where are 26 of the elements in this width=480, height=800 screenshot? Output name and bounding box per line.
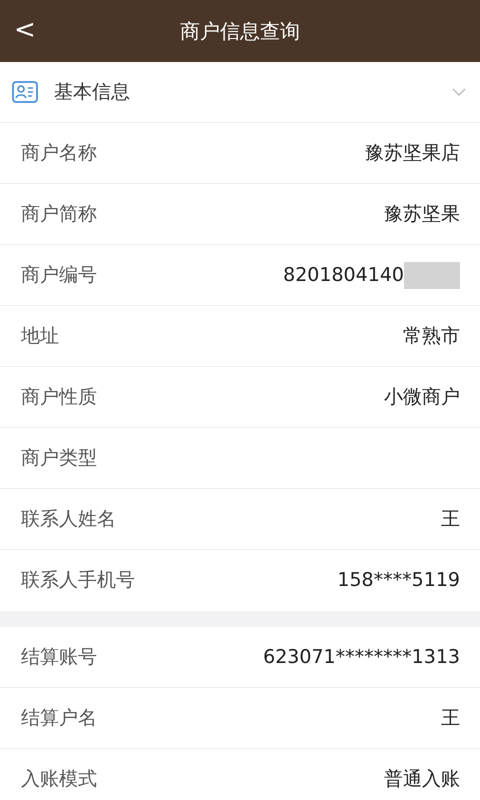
field-value: 8201804140 [283, 262, 404, 288]
field-label: 入账模式 [21, 767, 97, 792]
field-label: 地址 [21, 324, 59, 349]
field-label: 结算账号 [21, 644, 97, 670]
field-value: 王 [441, 706, 460, 731]
field-label: 商户名称 [21, 140, 97, 166]
field-label: 商户性质 [21, 384, 97, 410]
field-value: 小微商户 [384, 384, 460, 410]
field-value: 常熟市 [403, 324, 460, 349]
field-value: 623071********1313 [263, 644, 460, 670]
field-label: 商户类型 [21, 446, 97, 471]
field-label: 结算户名 [21, 706, 97, 731]
section-header[interactable]: 基本信息 [0, 62, 480, 123]
field-value: 158****5119 [337, 568, 460, 594]
field-value: 普通入账 [384, 767, 460, 792]
field-label: 商户简称 [21, 202, 97, 227]
field-value: 王 [441, 506, 460, 532]
field-label: 联系人姓名 [21, 506, 116, 532]
field-label: 商户编号 [21, 262, 97, 288]
back-button[interactable]: < [8, 8, 42, 52]
field-label: 联系人手机号 [21, 568, 135, 594]
section-title: 基本信息 [54, 80, 131, 105]
field-value: 豫苏坚果店 [365, 140, 460, 166]
page-title: 商户信息查询 [180, 18, 300, 45]
id-card-icon [12, 81, 38, 103]
field-value: 豫苏坚果 [384, 202, 460, 227]
